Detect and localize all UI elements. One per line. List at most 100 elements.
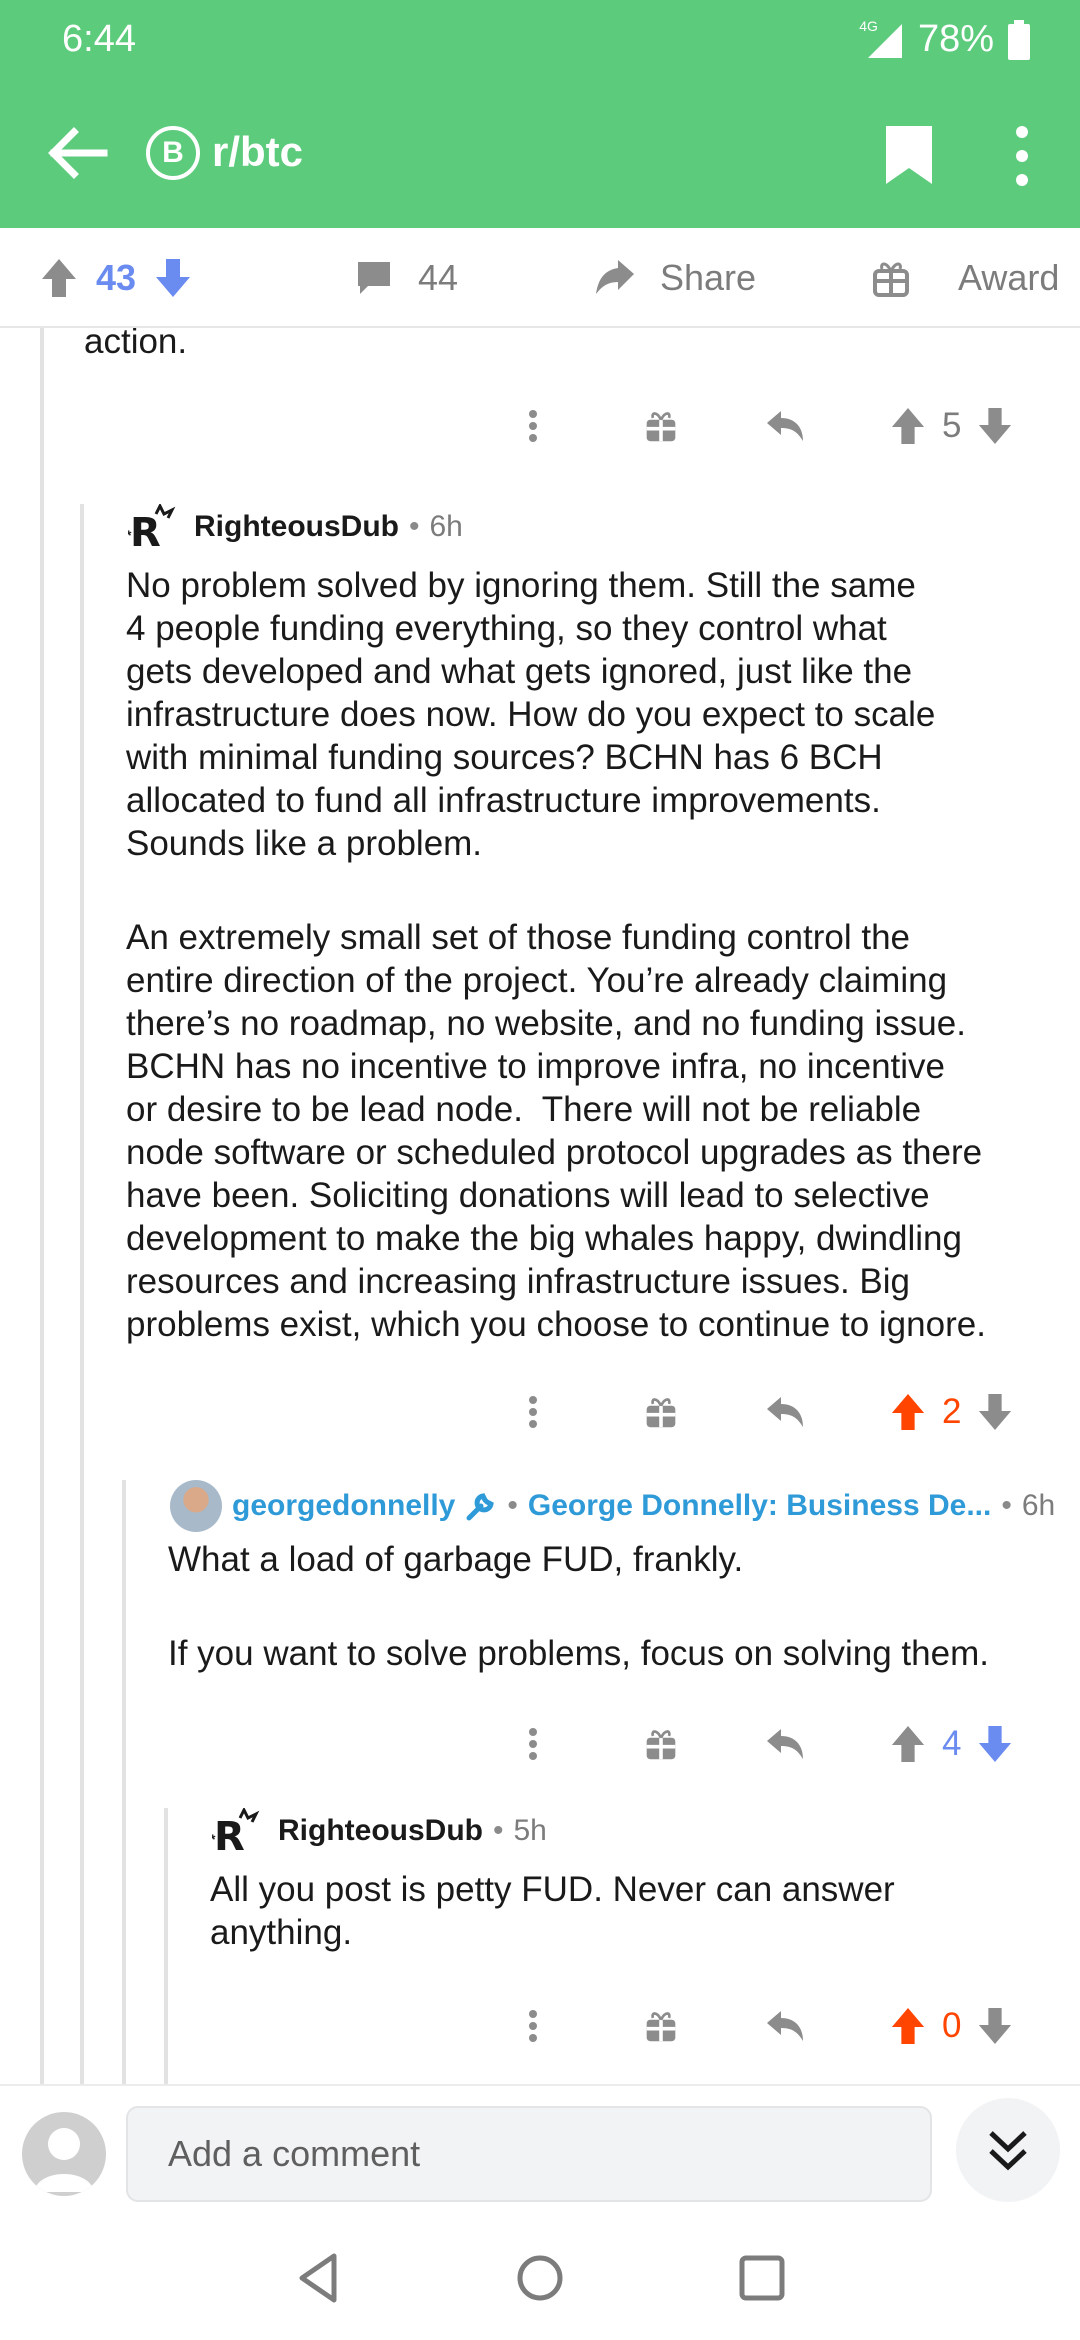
more-options-button[interactable]	[518, 1996, 548, 2056]
reply-button[interactable]	[762, 1996, 808, 2056]
post-vote-count: 43	[96, 257, 137, 298]
downvote-icon[interactable]	[977, 1724, 1013, 1764]
comment-vote-group: 2	[890, 1382, 1013, 1442]
gift-icon	[873, 262, 909, 297]
award-comment-button[interactable]	[638, 396, 684, 456]
comment-score: 5	[942, 406, 962, 445]
thread-rail[interactable]	[40, 328, 44, 2084]
more-vertical-icon[interactable]	[1004, 124, 1040, 188]
comment-author[interactable]: RighteousDub	[278, 1814, 483, 1848]
comments-count: 44	[418, 257, 459, 298]
user-flair: George Donnelly: Business De...	[527, 1489, 992, 1522]
comment-body-paragraph: If you want to solve problems, focus on …	[168, 1634, 989, 1673]
nav-back-icon[interactable]	[290, 2248, 350, 2308]
downvote-icon[interactable]	[977, 2006, 1013, 2046]
add-comment-input[interactable]: Add a comment	[126, 2106, 932, 2202]
share-button[interactable]: Share	[594, 250, 756, 306]
more-vertical-icon	[529, 410, 537, 442]
comment-age: 6h	[1021, 1489, 1056, 1522]
comment-body-tail: action.	[84, 328, 188, 361]
comment-body-paragraph: All you post is petty FUD. Never can ans…	[210, 1870, 895, 1952]
gift-icon	[646, 1730, 676, 1760]
comment-actions: 0	[500, 1996, 1040, 2056]
battery-icon	[1008, 19, 1030, 60]
reply-icon	[767, 1729, 803, 1759]
gift-icon	[646, 412, 676, 442]
comment-body-paragraph: What a load of garbage FUD, frankly.	[168, 1540, 744, 1579]
more-options-button[interactable]	[518, 396, 548, 456]
reply-button[interactable]	[762, 1382, 808, 1442]
thread-rail[interactable]	[122, 1480, 126, 2084]
comment-vote-group: 0	[890, 1996, 1013, 2056]
downvote-icon[interactable]	[977, 406, 1013, 446]
status-indicators: 4G 78%	[831, 18, 1030, 61]
more-options-button[interactable]	[518, 1714, 548, 1774]
user-avatar[interactable]	[170, 1480, 222, 1532]
comment-thread: action. 5 R* RighteousDub • 6h No proble…	[0, 328, 1080, 2084]
comment-age: 5h	[513, 1814, 547, 1847]
back-arrow-icon[interactable]	[44, 120, 110, 186]
upvote-icon[interactable]	[890, 1724, 926, 1764]
post-vote-group: 43	[40, 250, 192, 306]
reply-icon	[767, 411, 803, 441]
upvote-icon[interactable]	[890, 406, 926, 446]
subreddit-name[interactable]: r/btc	[212, 128, 303, 176]
comment-vote-group: 4	[890, 1714, 1013, 1774]
comment-age: 6h	[429, 510, 463, 543]
award-comment-button[interactable]	[638, 1382, 684, 1442]
downvote-icon[interactable]	[154, 257, 192, 299]
svg-text:*: *	[212, 1831, 216, 1847]
comment-author[interactable]: RighteousDub	[194, 510, 399, 544]
share-label: Share	[660, 257, 757, 298]
thread-rail[interactable]	[164, 1808, 168, 2084]
scroll-next-button[interactable]	[956, 2098, 1060, 2202]
bookmark-icon[interactable]	[884, 124, 934, 186]
award-button[interactable]: Award	[872, 250, 1059, 306]
share-icon	[596, 260, 634, 294]
comment-body-paragraph: No problem solved by ignoring them. Stil…	[126, 566, 936, 863]
upvote-icon[interactable]	[890, 1392, 926, 1432]
status-time: 6:44	[62, 18, 136, 60]
gift-icon	[646, 2012, 676, 2042]
app-bar: B r/btc	[0, 80, 1080, 228]
comment-header: georgedonnelly • George Donnelly: Busine…	[170, 1480, 1055, 1532]
user-avatar-icon[interactable]: R*	[128, 504, 184, 550]
reply-button[interactable]	[762, 396, 808, 456]
reply-icon	[767, 2011, 803, 2041]
award-comment-button[interactable]	[638, 1996, 684, 2056]
reply-button[interactable]	[762, 1714, 808, 1774]
comment-header: R* RighteousDub • 5h	[212, 1808, 547, 1854]
user-avatar-icon	[34, 2128, 94, 2192]
upvote-icon[interactable]	[40, 257, 78, 299]
comment-score: 0	[942, 2006, 962, 2045]
comment-score: 2	[942, 1392, 962, 1431]
user-avatar-icon[interactable]: R*	[212, 1808, 268, 1854]
thread-rail[interactable]	[80, 504, 84, 2084]
more-vertical-icon	[529, 1728, 537, 1760]
nav-home-icon[interactable]	[510, 2248, 570, 2308]
comment-score: 4	[942, 1724, 962, 1763]
comment-actions: 4	[500, 1714, 1040, 1774]
comment-author[interactable]: georgedonnelly	[232, 1489, 455, 1523]
more-vertical-icon	[529, 1396, 537, 1428]
comment-bubble-icon	[358, 262, 390, 294]
downvote-icon[interactable]	[977, 1392, 1013, 1432]
moderator-wrench-icon	[466, 1493, 495, 1521]
award-comment-button[interactable]	[638, 1714, 684, 1774]
double-chevron-down-icon	[989, 2131, 1027, 2171]
more-options-button[interactable]	[518, 1382, 548, 1442]
system-nav-bar	[0, 2216, 1080, 2340]
upvote-icon[interactable]	[890, 2006, 926, 2046]
award-label: Award	[958, 257, 1060, 298]
comment-actions: 2	[500, 1382, 1040, 1442]
status-bar: 6:44 4G 78%	[0, 0, 1080, 80]
comment-actions: 5	[500, 396, 1040, 456]
subreddit-icon[interactable]: B	[146, 126, 200, 180]
svg-text:*: *	[128, 527, 132, 543]
network-type: 4G	[859, 17, 878, 34]
nav-recents-icon[interactable]	[732, 2248, 792, 2308]
current-user-avatar[interactable]	[22, 2112, 106, 2196]
reply-icon	[767, 1397, 803, 1427]
comment-body-paragraph: An extremely small set of those funding …	[126, 918, 986, 1344]
comments-button[interactable]: 44	[354, 250, 458, 306]
